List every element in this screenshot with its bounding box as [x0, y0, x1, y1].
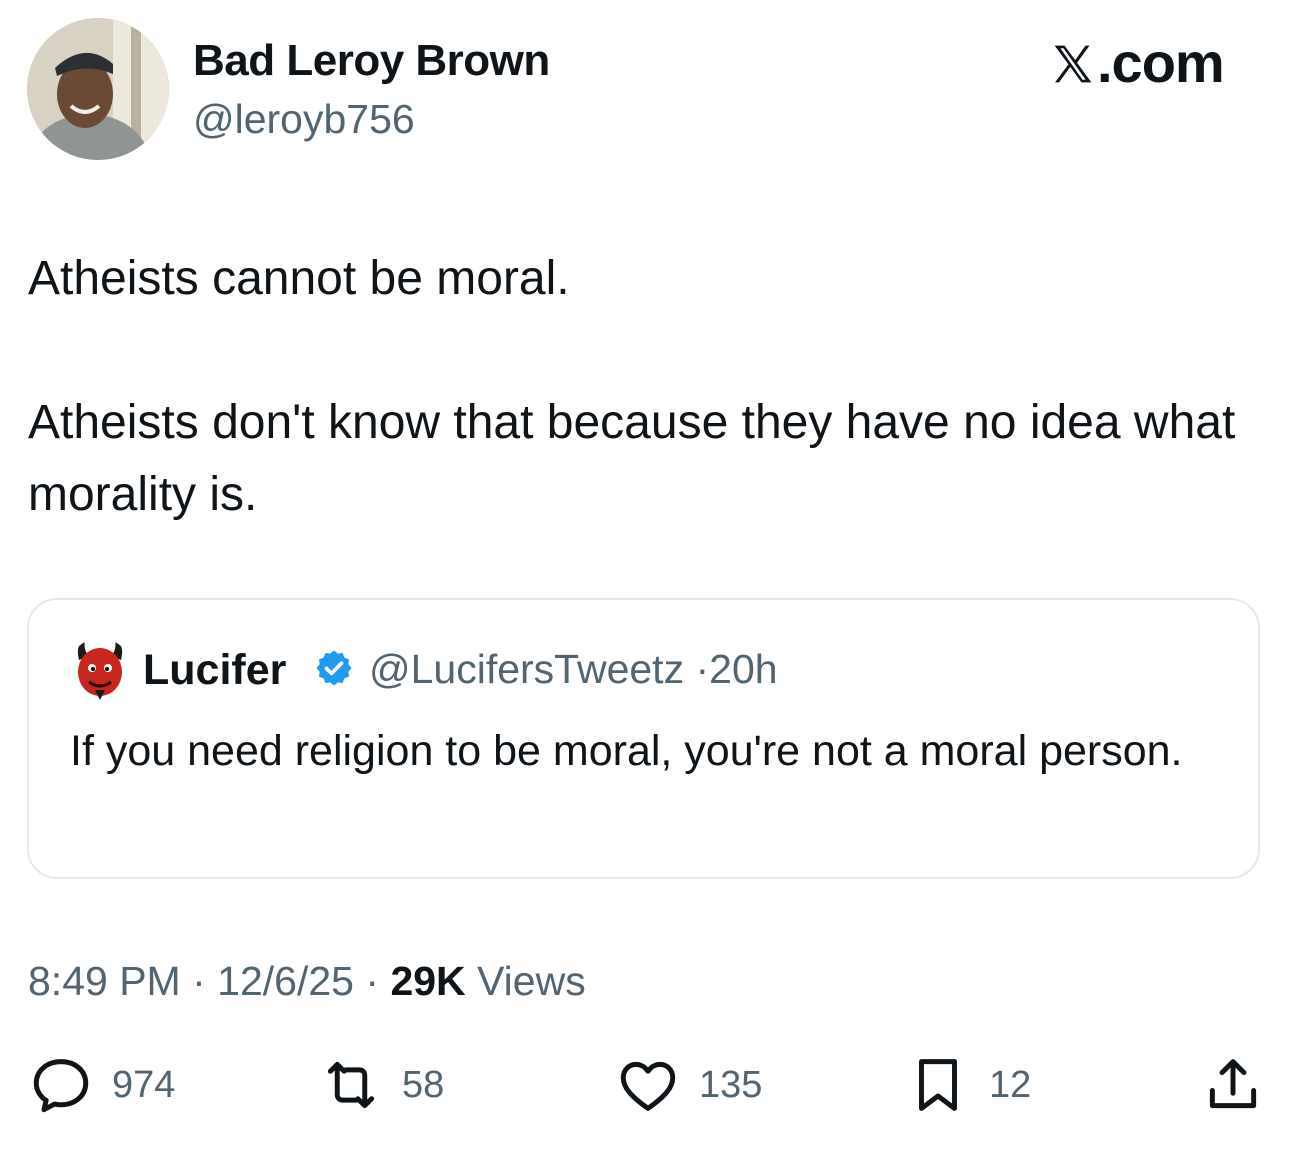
tweet-meta: 8:49 PM · 12/6/25 · 29K Views: [28, 958, 586, 1005]
repost-button[interactable]: 58: [318, 1050, 444, 1120]
reply-count: 974: [112, 1063, 176, 1106]
tweet-time[interactable]: 8:49 PM: [28, 958, 181, 1004]
author-handle[interactable]: @leroyb756: [193, 96, 415, 143]
like-count: 135: [699, 1063, 763, 1106]
bookmark-icon: [919, 1059, 957, 1111]
x-logo-icon: [1051, 34, 1095, 99]
author-display-name[interactable]: Bad Leroy Brown: [193, 36, 550, 86]
bookmark-count: 12: [989, 1063, 1032, 1106]
repost-count: 58: [402, 1063, 445, 1106]
share-icon: [1209, 1059, 1257, 1109]
quoted-author-handle[interactable]: @LucifersTweetz: [369, 646, 684, 692]
meta-separator: ·: [365, 958, 380, 1004]
quoted-tweet-card[interactable]: Lucifer @LucifersTweetz ·20h If you need…: [27, 598, 1260, 879]
quoted-tweet-text: If you need religion to be moral, you're…: [70, 727, 1183, 775]
devil-avatar-image: [69, 638, 131, 700]
author-avatar[interactable]: [27, 18, 169, 160]
reply-icon: [33, 1059, 89, 1113]
reply-button[interactable]: 974: [28, 1050, 175, 1120]
avatar-photo: [27, 18, 169, 160]
repost-icon: [327, 1061, 375, 1109]
meta-separator: ·: [695, 646, 710, 692]
brand-label: .com: [1097, 31, 1225, 94]
like-button[interactable]: 135: [615, 1050, 762, 1120]
quoted-author-avatar[interactable]: [69, 638, 131, 700]
share-button[interactable]: [1200, 1050, 1266, 1120]
views-count: 29K: [390, 958, 466, 1004]
heart-icon: [620, 1061, 676, 1111]
tweet-date[interactable]: 12/6/25: [217, 958, 354, 1004]
tweet-text: Atheists cannot be moral. Atheists don't…: [28, 252, 1236, 521]
verified-badge-icon: [314, 648, 354, 693]
brand-watermark: .com: [1051, 30, 1225, 99]
quoted-tweet-meta: @LucifersTweetz ·20h: [369, 646, 778, 693]
quoted-author-name[interactable]: Lucifer: [143, 646, 286, 695]
meta-separator: ·: [192, 958, 206, 1004]
bookmark-button[interactable]: 12: [905, 1050, 1031, 1120]
action-bar: 974 58 135 12: [0, 1050, 1290, 1130]
quoted-tweet-time[interactable]: 20h: [709, 646, 777, 692]
views-label: Views: [477, 958, 586, 1004]
